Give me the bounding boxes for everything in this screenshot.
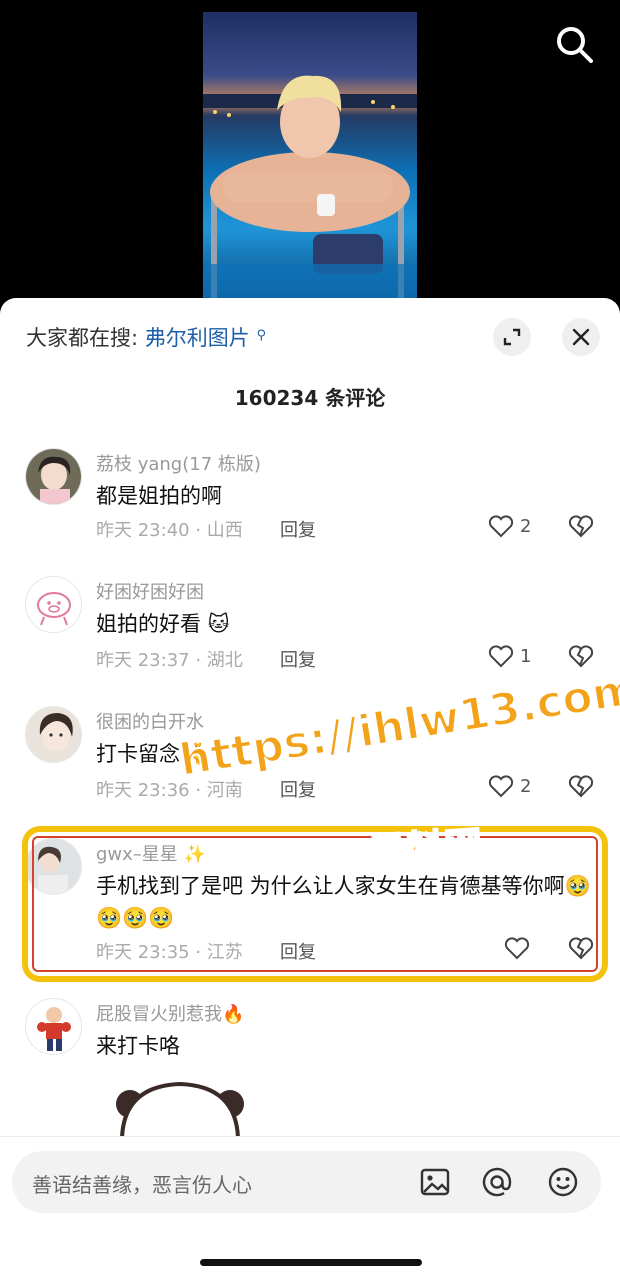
broken-heart-icon: [568, 775, 594, 798]
comment-input-placeholder: 善语结善缘，恶言伤人心: [32, 1173, 252, 1197]
hot-search-prefix: 大家都在搜:: [26, 326, 139, 350]
like-button[interactable]: 2: [488, 774, 531, 798]
emoji-icon: [548, 1167, 578, 1197]
comment-panel: 大家都在搜: 弗尔利图片 ⚲ 160234 条评论 荔枝 yang(17 栋版)…: [0, 298, 620, 1280]
dislike-button[interactable]: [568, 936, 594, 964]
comment-item-highlighted: gwx–星星 ✨ 手机找到了是吧 为什么让人家女生在肯德基等你啊🥹🥹🥹🥹 昨天 …: [0, 838, 620, 978]
comment-time-location: 昨天 23:40 · 山西: [96, 520, 243, 541]
broken-heart-icon: [568, 515, 594, 538]
like-count: 1: [520, 645, 532, 667]
like-button[interactable]: 2: [488, 514, 531, 538]
comment-text: 打卡留念 🫰: [96, 742, 213, 766]
comment-time-location: 昨天 23:36 · 河南: [96, 780, 243, 801]
avatar[interactable]: [25, 706, 82, 763]
like-button[interactable]: 1: [488, 644, 531, 668]
dislike-button[interactable]: [568, 774, 594, 802]
video-thumbnail[interactable]: [203, 12, 417, 300]
comment-input-bar: 善语结善缘，恶言伤人心: [0, 1136, 620, 1280]
like-count: 2: [520, 775, 532, 797]
comment-text: 来打卡咯: [96, 1034, 180, 1058]
reply-button[interactable]: 回复: [280, 646, 316, 672]
heart-icon: [488, 645, 514, 668]
close-icon: [572, 328, 590, 346]
avatar[interactable]: [25, 576, 82, 633]
comment-username[interactable]: 荔枝 yang(17 栋版): [96, 450, 261, 476]
comment-item: 荔枝 yang(17 栋版) 都是姐拍的啊 昨天 23:40 · 山西 回复 2: [0, 448, 620, 558]
reply-button[interactable]: 回复: [280, 938, 316, 964]
dislike-button[interactable]: [568, 644, 594, 672]
expand-button[interactable]: [493, 318, 531, 356]
reply-button[interactable]: 回复: [280, 776, 316, 802]
video-scene-illustration: [203, 75, 417, 300]
image-button[interactable]: [418, 1165, 452, 1199]
at-icon: [482, 1167, 512, 1197]
comment-username[interactable]: gwx–星星 ✨: [96, 840, 206, 866]
avatar[interactable]: [25, 448, 82, 505]
expand-icon: [503, 328, 521, 346]
hot-search-bar[interactable]: 大家都在搜: 弗尔利图片 ⚲: [26, 322, 266, 352]
hot-search-term[interactable]: 弗尔利图片: [145, 326, 250, 350]
avatar[interactable]: [25, 838, 82, 895]
comment-time-location: 昨天 23:35 · 江苏: [96, 942, 243, 963]
heart-icon: [488, 775, 514, 798]
comment-time-location: 昨天 23:37 · 湖北: [96, 650, 243, 671]
like-button[interactable]: [504, 936, 536, 960]
comment-text: 姐拍的好看 🐱: [96, 612, 230, 636]
search-small-icon: ⚲: [256, 328, 266, 343]
avatar[interactable]: [25, 998, 82, 1055]
search-button[interactable]: [552, 22, 598, 68]
heart-icon: [488, 515, 514, 538]
broken-heart-icon: [568, 645, 594, 668]
comment-item: 好困好困好困 姐拍的好看 🐱 昨天 23:37 · 湖北 回复 1: [0, 576, 620, 686]
comment-item: 很困的白开水 打卡留念 🫰 昨天 23:36 · 河南 回复 2: [0, 706, 620, 816]
comment-input[interactable]: 善语结善缘，恶言伤人心: [12, 1151, 601, 1213]
image-icon: [420, 1168, 450, 1196]
comment-count: 160234 条评论: [234, 386, 386, 410]
heart-icon: [504, 937, 530, 960]
mention-button[interactable]: [480, 1165, 514, 1199]
close-button[interactable]: [562, 318, 600, 356]
like-count: 2: [520, 515, 532, 537]
comment-username[interactable]: 屁股冒火别惹我🔥: [96, 1000, 244, 1026]
reply-button[interactable]: 回复: [280, 516, 316, 542]
broken-heart-icon: [568, 937, 594, 960]
comment-username[interactable]: 好困好困好困: [96, 578, 204, 604]
bear-sticker: [110, 1078, 250, 1140]
home-indicator: [200, 1259, 422, 1266]
comment-text: 都是姐拍的啊: [96, 484, 222, 508]
video-area: [0, 0, 620, 300]
search-icon: [557, 27, 593, 63]
comment-username[interactable]: 很困的白开水: [96, 708, 204, 734]
emoji-button[interactable]: [546, 1165, 580, 1199]
dislike-button[interactable]: [568, 514, 594, 542]
comment-item: 屁股冒火别惹我🔥 来打卡咯: [0, 998, 620, 1068]
comment-text: 手机找到了是吧 为什么让人家女生在肯德基等你啊🥹🥹🥹🥹: [96, 874, 591, 930]
